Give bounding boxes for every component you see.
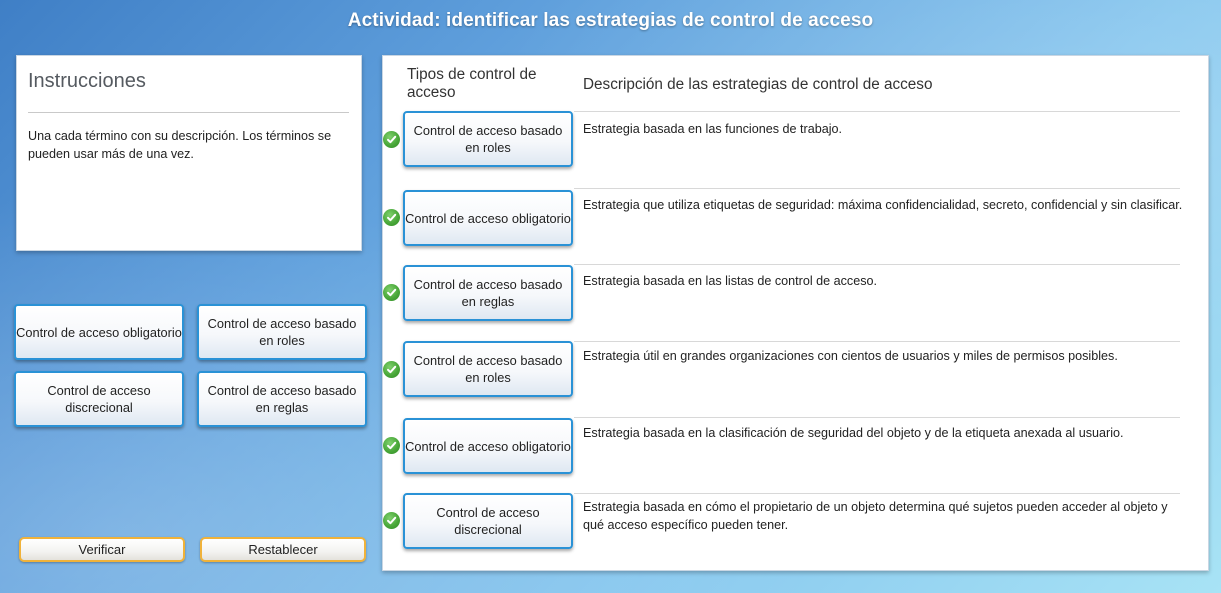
column-header-description: Descripción de las estrategias de contro… xyxy=(583,76,933,93)
verify-button[interactable]: Verificar xyxy=(19,537,185,562)
row-divider xyxy=(574,111,1180,112)
pool-tile-reglas[interactable]: Control de acceso basado en reglas xyxy=(197,371,367,427)
instructions-panel: Instrucciones Una cada término con su de… xyxy=(16,55,362,251)
description-6: Estrategia basada en cómo el propietario… xyxy=(583,500,1168,532)
matching-panel: Tipos de control de acceso Descripción d… xyxy=(382,55,1209,571)
row-divider xyxy=(574,264,1180,265)
row-divider xyxy=(574,417,1180,418)
check-circle-icon xyxy=(383,209,400,226)
answer-slot-label: Control de acceso basado en roles xyxy=(413,123,563,155)
answer-slot-label: Control de acceso obligatorio xyxy=(405,438,571,454)
column-header-types: Tipos de control de acceso xyxy=(407,66,537,101)
answer-slot-1[interactable]: Control de acceso basado en roles xyxy=(403,111,573,167)
answer-slot-label: Control de acceso basado en roles xyxy=(413,353,563,385)
answer-slot-3[interactable]: Control de acceso basado en reglas xyxy=(403,265,573,321)
instructions-divider xyxy=(28,112,349,113)
answer-slot-label: Control de acceso obligatorio xyxy=(405,210,571,226)
row-divider xyxy=(574,188,1180,189)
description-3: Estrategia basada en las listas de contr… xyxy=(583,274,878,288)
check-circle-icon xyxy=(383,131,400,148)
activity-title: Actividad: identificar las estrategias d… xyxy=(347,10,874,31)
pool-tile-obligatorio[interactable]: Control de acceso obligatorio xyxy=(14,304,184,360)
pool-tile-discrecional[interactable]: Control de acceso discrecional xyxy=(14,371,184,427)
description-5: Estrategia basada en la clasificación de… xyxy=(583,426,1124,440)
answer-slot-5[interactable]: Control de acceso obligatorio xyxy=(403,418,573,474)
answer-slot-label: Control de acceso basado en reglas xyxy=(413,277,563,309)
description-4: Estrategia útil en grandes organizacione… xyxy=(583,349,1118,363)
description-2: Estrategia que utiliza etiquetas de segu… xyxy=(583,198,1183,212)
check-circle-icon xyxy=(383,512,400,529)
description-1: Estrategia basada en las funciones de tr… xyxy=(583,122,843,136)
check-circle-icon xyxy=(383,437,400,454)
pool-tile-label: Control de acceso basado en roles xyxy=(207,316,357,348)
row-divider xyxy=(574,341,1180,342)
pool-tile-roles[interactable]: Control de acceso basado en roles xyxy=(197,304,367,360)
instructions-text: Una cada término con su descripción. Los… xyxy=(28,129,332,161)
row-divider xyxy=(574,493,1180,494)
answer-slot-label: Control de acceso discrecional xyxy=(436,505,540,537)
check-circle-icon xyxy=(383,361,400,378)
pool-tile-label: Control de acceso obligatorio xyxy=(16,324,182,340)
answer-slot-2[interactable]: Control de acceso obligatorio xyxy=(403,190,573,246)
answer-slot-6[interactable]: Control de acceso discrecional xyxy=(403,493,573,549)
pool-tile-label: Control de acceso discrecional xyxy=(47,383,151,415)
check-circle-icon xyxy=(383,284,400,301)
reset-button[interactable]: Restablecer xyxy=(200,537,366,562)
instructions-heading: Instrucciones xyxy=(28,70,146,92)
answer-slot-4[interactable]: Control de acceso basado en roles xyxy=(403,341,573,397)
pool-tile-label: Control de acceso basado en reglas xyxy=(207,383,357,415)
